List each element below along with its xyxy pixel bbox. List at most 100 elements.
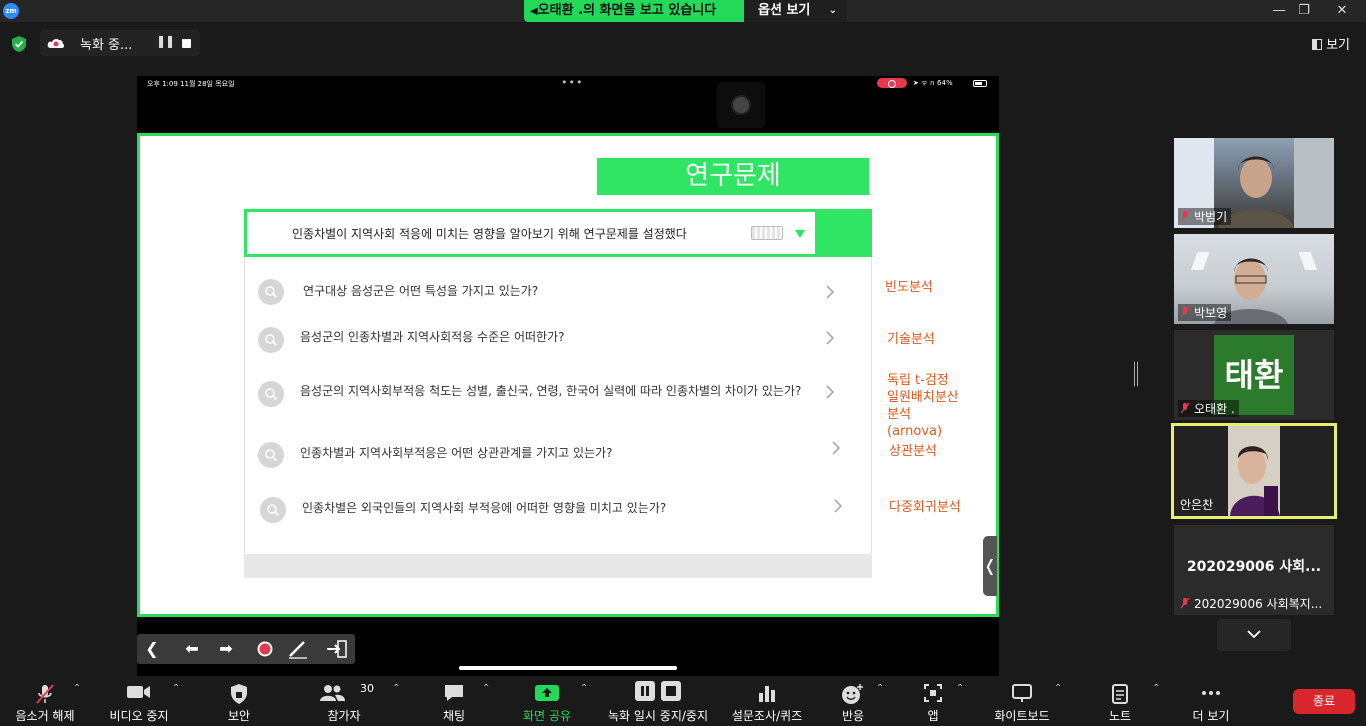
question-text: 인종차별과 지역사회부적응은 어떤 상관관계를 가지고 있는가? [300,446,613,460]
presentation-slide: 연구문제 인종차별이 지역사회 적응에 미치는 영향을 알아보기 위해 연구문제… [137,133,999,617]
participants-icon [320,685,346,701]
more-icon [1202,691,1220,695]
participant-tile[interactable]: 태환 오태환 . [1174,330,1334,420]
battery-icon [973,80,987,87]
dropdown-triangle-icon[interactable] [795,230,805,238]
gallery-next-page-button[interactable] [1217,619,1291,651]
slide-title: 연구문제 [597,158,869,195]
list-footer [244,554,872,578]
share-screen-button[interactable]: 화면 공유 [514,676,580,726]
chevron-down-icon: ⌄ [828,5,837,16]
pen-icon [289,641,307,659]
mic-muted-icon [1180,210,1190,222]
exit-annotation-button[interactable] [323,637,351,661]
pause-stop-recording-button[interactable]: 녹화 일시 중지/중지 [600,676,716,726]
share-screen-label: 화면 공유 [523,709,571,723]
reactions-label: 반응 [841,709,865,723]
participants-button[interactable]: 30 참가자 [312,676,376,726]
camera-overlay [717,82,765,128]
close-window-button[interactable]: ✕ [1320,0,1364,22]
encryption-shield-icon[interactable] [10,35,28,53]
unmute-label: 음소거 해제 [15,709,75,723]
screen-share-banner: ◀오태환 .의 화면을 보고 있습니다 [524,0,744,22]
recording-indicator: 녹화 중... ❚❚ [40,30,200,56]
caret-up-icon[interactable]: ⌃ [956,683,964,694]
keyboard-icon[interactable] [751,226,783,240]
research-question-bar: 인종차별이 지역사회 적응에 미치는 영향을 알아보기 위해 연구문제를 설정했… [244,209,872,257]
pen-tool-button[interactable] [285,637,311,661]
analysis-method-label: 다중회귀분석 [889,500,961,515]
research-question-list: 연구대상 음성군은 어떤 특성을 가지고 있는가? 음성군의 인종차별과 지역사… [244,257,872,578]
caret-up-icon[interactable]: ⌃ [1152,683,1160,694]
research-question-text: 인종차별이 지역사회 적응에 미치는 영향을 알아보기 위해 연구문제를 설정했… [292,227,687,241]
meeting-controls-bar: 음소거 해제 ⌃ 비디오 중지 ⌃ 보안 30 참가자 ⌃ 채팅 ⌃ 화면 공유… [0,676,1366,726]
share-banner-text: 오태환 .의 화면을 보고 있습니다 [537,3,717,18]
caret-up-icon[interactable]: ⌃ [876,683,884,694]
participant-name: 오태환 . [1194,402,1235,416]
participant-display-name: 202029006 사회... [1186,559,1322,575]
caret-up-icon[interactable]: ⌃ [482,683,490,694]
stop-video-label: 비디오 중지 [109,709,169,723]
whiteboard-label: 화이트보드 [994,709,1050,723]
security-button[interactable]: 보안 [210,676,268,726]
back-arrow-button[interactable]: ⬅ [177,637,207,661]
view-button[interactable]: 보기 [1312,34,1350,53]
analysis-method-label: 기술분석 [887,332,935,347]
chat-button[interactable]: 채팅 [425,676,483,726]
apps-button[interactable]: 앱 [910,676,956,726]
record-circle-icon [257,641,273,657]
participant-name: 202029006 사회복지... [1194,597,1323,611]
record-annotation-button[interactable] [253,637,277,661]
recording-label: 녹화 중... [80,38,133,53]
stop-video-button[interactable]: 비디오 중지 [100,676,178,726]
more-button[interactable]: 더 보기 [1184,676,1238,726]
ipad-home-indicator [459,666,677,670]
chevron-right-icon [826,285,835,299]
mic-muted-icon [1180,597,1190,609]
share-screen-icon [535,685,559,701]
whiteboard-button[interactable]: 화이트보드 [986,676,1058,726]
analysis-method-label: 빈도분석 [885,280,933,295]
chevron-right-icon [826,385,835,399]
chevron-right-icon [834,499,843,513]
caret-up-icon[interactable]: ⌃ [392,683,400,694]
end-meeting-button[interactable]: 종료 [1293,689,1355,714]
reactions-button[interactable]: 반응 [828,676,878,726]
mic-muted-icon [36,684,54,704]
participant-tile[interactable]: 202029006 사회... 202029006 사회복지... [1174,525,1334,615]
participant-tile-active-speaker[interactable]: 안은찬 [1171,423,1337,519]
speaker-icon: ◀ [530,6,538,17]
stop-recording-button[interactable] [182,39,191,48]
analysis-method-label: 독립 t-검정 일원배치분산분석 (arnova) [887,373,959,439]
collapse-toolbar-button[interactable]: ❮ [141,637,163,661]
forward-arrow-button[interactable]: ➡ [211,637,241,661]
maximize-button[interactable]: ❐ [1290,0,1318,22]
security-label: 보안 [227,709,251,723]
participant-tile[interactable]: 박보영 [1174,234,1334,324]
view-options-button[interactable]: 옵션 보기 ⌄ [744,0,847,22]
participant-count: 30 [360,682,374,695]
caret-up-icon[interactable]: ⌃ [172,683,180,694]
participant-name-tag: 오태환 . [1178,400,1239,417]
caret-up-icon[interactable]: ⌃ [1054,683,1062,694]
chevron-down-icon [1247,630,1261,639]
caret-up-icon[interactable]: ⌃ [73,683,81,694]
exit-arrow-icon [327,640,347,658]
mic-muted-icon [1180,306,1190,318]
view-grid-icon [1312,39,1323,50]
participant-tile[interactable]: 박범기 [1174,138,1334,228]
pause-recording-button[interactable]: ❚❚ [156,34,175,48]
poll-icon [759,686,775,702]
search-icon [258,381,284,407]
participant-name: 박보영 [1194,306,1228,320]
cloud-recording-icon [47,38,65,48]
minimize-button[interactable]: — [1265,0,1293,22]
search-icon [258,442,284,468]
participant-name-tag: 박범기 [1178,208,1232,225]
whiteboard-icon [1012,684,1032,702]
gallery-resize-handle[interactable] [1134,362,1138,386]
caret-up-icon[interactable]: ⌃ [580,683,588,694]
notes-button[interactable]: 노트 [1094,676,1146,726]
slide-side-tab[interactable]: ❬ [983,536,997,596]
polls-quizzes-button[interactable]: 설문조사/퀴즈 [722,676,812,726]
